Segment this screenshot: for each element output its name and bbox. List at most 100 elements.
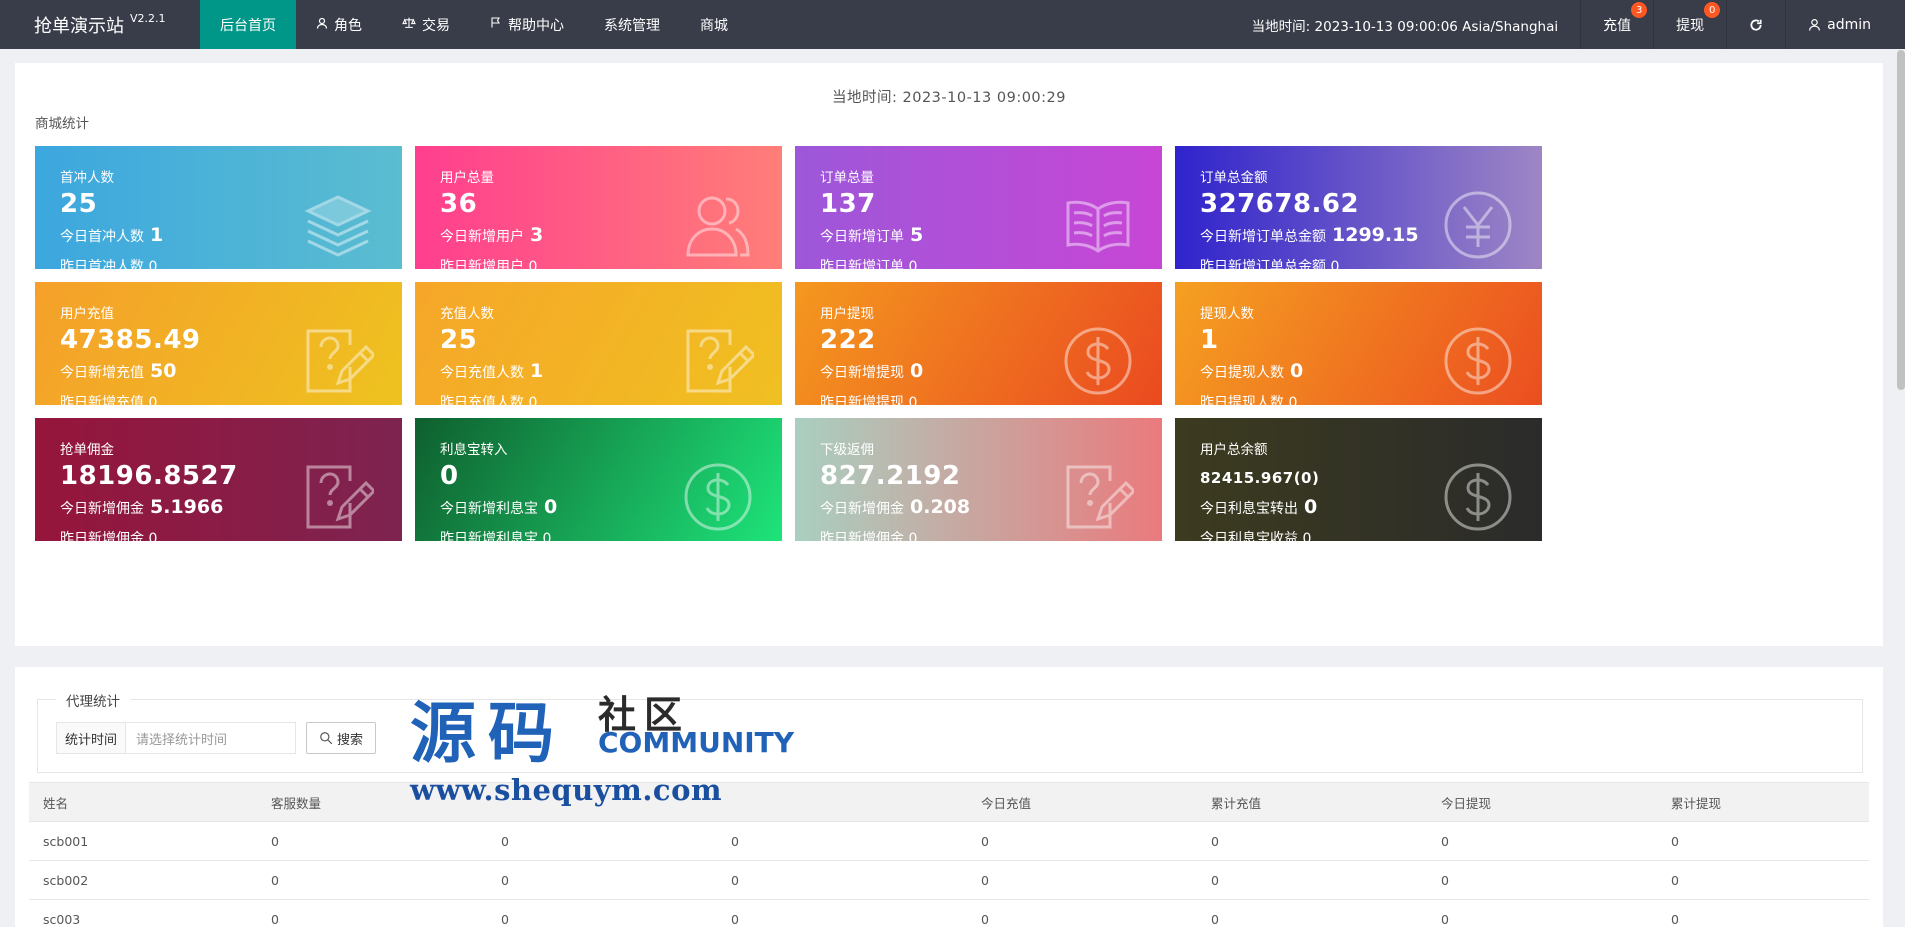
stat-card: 充值人数 25 今日充值人数 1 昨日充值人数 0	[415, 282, 782, 405]
card-value: 25	[440, 325, 478, 355]
card-today: 今日充值人数 1	[440, 360, 543, 382]
column-header[interactable]	[717, 782, 967, 822]
table-cell: 0	[717, 821, 967, 861]
table-cell: 0	[1197, 860, 1427, 900]
card-today-value: 0.208	[910, 496, 971, 518]
table-cell: 0	[1427, 821, 1657, 861]
card-title: 订单总量	[820, 170, 874, 186]
card-yesterday: 昨日新增订单 0	[820, 259, 918, 269]
card-yesterday: 昨日提现人数 0	[1200, 395, 1298, 405]
card-yesterday: 昨日首冲人数 0	[60, 259, 158, 269]
table-row[interactable]: scb001 0 0 0 0 0 0 0	[29, 821, 1869, 861]
column-header[interactable]: 客服数量	[257, 782, 487, 822]
recharge-button[interactable]: 充值 3	[1580, 0, 1653, 49]
card-today-value: 0	[910, 360, 924, 382]
column-header[interactable]: 姓名	[29, 782, 257, 822]
nav-item-2[interactable]: 交易	[382, 0, 470, 49]
nav-item-4[interactable]: 系统管理	[584, 0, 680, 49]
card-today-label: 今日新增订单	[820, 229, 904, 245]
table-cell: scb001	[29, 821, 257, 861]
header-time: 当地时间: 2023-10-13 09:00:06 Asia/Shanghai	[1251, 18, 1559, 35]
card-today-value: 5	[910, 224, 924, 246]
column-header[interactable]: 累计提现	[1657, 782, 1869, 822]
stat-card: 下级返佣 827.2192 今日新增佣金 0.208 昨日新增佣金 0	[795, 418, 1162, 541]
card-today-label: 今日充值人数	[440, 365, 524, 381]
nav-item-3[interactable]: 帮助中心	[470, 0, 584, 49]
search-button[interactable]: 搜索	[306, 722, 377, 754]
card-value: 1	[1200, 325, 1219, 355]
nav-item-label: 后台首页	[220, 17, 276, 34]
card-today-value: 1	[530, 360, 544, 382]
card-title: 充值人数	[440, 306, 494, 322]
card-yesterday: 今日利息宝收益 0	[1200, 531, 1312, 541]
search-row: 统计时间 请选择统计时间 搜索	[56, 722, 377, 754]
card-value: 82415.967(0)	[1200, 469, 1320, 487]
card-today: 今日提现人数 0	[1200, 360, 1303, 382]
card-today-label: 今日新增利息宝	[440, 501, 538, 517]
stat-card: 订单总量 137 今日新增订单 5 昨日新增订单 0	[795, 146, 1162, 269]
app-brand[interactable]: 抢单演示站 V2.2.1	[0, 0, 200, 49]
card-yesterday: 昨日新增用户 0	[440, 259, 538, 269]
column-header[interactable]: 今日充值	[967, 782, 1197, 822]
layers-icon	[302, 189, 374, 261]
agent-panel: 代理统计 统计时间 请选择统计时间 搜索 姓名 客服数量 今日充值 累计充值 今日提现累…	[15, 667, 1883, 927]
stat-card: 订单总金额 327678.62 今日新增订单总金额 1299.15 昨日新增订单总金额 …	[1175, 146, 1542, 269]
user-menu[interactable]: admin	[1785, 0, 1905, 49]
search-date-input[interactable]: 请选择统计时间	[126, 722, 297, 754]
scale-icon	[402, 16, 416, 33]
card-today: 今日首冲人数 1	[60, 224, 163, 246]
table-cell: 0	[967, 821, 1197, 861]
search-icon	[320, 732, 333, 745]
card-today-label: 今日首冲人数	[60, 229, 144, 245]
card-today-label: 今日新增佣金	[820, 501, 904, 517]
card-today: 今日利息宝转出 0	[1200, 496, 1317, 518]
nav-item-5[interactable]: 商城	[680, 0, 748, 49]
nav-item-0[interactable]: 后台首页	[200, 0, 296, 49]
card-value: 25	[60, 189, 98, 219]
header-right: 当地时间: 2023-10-13 09:00:06 Asia/Shanghai …	[1230, 0, 1905, 49]
withdraw-label: 提现	[1676, 17, 1705, 34]
refresh-button[interactable]	[1726, 0, 1785, 49]
card-yesterday: 昨日新增利息宝 0	[440, 531, 552, 541]
edit-question-icon	[302, 325, 377, 397]
column-header[interactable]	[487, 782, 717, 822]
withdraw-button[interactable]: 提现 0	[1653, 0, 1726, 49]
card-value: 18196.8527	[60, 461, 238, 491]
nav-item-1[interactable]: 角色	[296, 0, 382, 49]
table-body: scb001 0 0 0 0 0 0 0 scb002 0 0 0 0 0 0 0 sc003 0 0 0 0 0 0 0	[29, 821, 1869, 927]
stat-card: 抢单佣金 18196.8527 今日新增佣金 5.1966 昨日新增佣金 0	[35, 418, 402, 541]
card-today-label: 今日新增充值	[60, 365, 144, 381]
card-today-label: 今日利息宝转出	[1200, 501, 1298, 517]
card-today: 今日新增提现 0	[820, 360, 923, 382]
card-yesterday: 昨日新增佣金 0	[820, 531, 918, 541]
stats-panel: 当地时间: 2023-10-13 09:00:29 商城统计 首冲人数 25 今日首…	[15, 63, 1883, 646]
app-version: V2.2.1	[130, 12, 166, 25]
table-row[interactable]: sc003 0 0 0 0 0 0 0	[29, 899, 1869, 927]
card-title: 订单总金额	[1200, 170, 1268, 186]
card-today-value: 0	[1304, 496, 1318, 518]
table-cell: 0	[1197, 821, 1427, 861]
card-value: 0	[440, 461, 459, 491]
edit-question-icon	[302, 461, 377, 533]
top-navbar: 抢单演示站 V2.2.1 后台首页 角色 交易 帮助中心 系统管理 商城 当地时间: 20…	[0, 0, 1905, 49]
stat-card: 提现人数 1 今日提现人数 0 昨日提现人数 0	[1175, 282, 1542, 405]
card-yesterday: 昨日充值人数 0	[440, 395, 538, 405]
column-header[interactable]: 今日提现	[1427, 782, 1657, 822]
card-title: 下级返佣	[820, 442, 874, 458]
edit-question-icon	[1062, 461, 1137, 533]
column-header[interactable]: 累计充值	[1197, 782, 1427, 822]
yen-icon	[1442, 189, 1514, 261]
table-cell: 0	[1657, 821, 1869, 861]
table-cell: 0	[967, 899, 1197, 927]
table-cell: 0	[967, 860, 1197, 900]
user-icon	[1809, 19, 1821, 31]
dollar-icon	[1062, 325, 1134, 397]
table-row[interactable]: scb002 0 0 0 0 0 0 0	[29, 860, 1869, 900]
dollar-icon	[682, 461, 754, 533]
users-icon	[682, 189, 754, 261]
page-scrollbar[interactable]	[1897, 50, 1905, 390]
card-value: 47385.49	[60, 325, 201, 355]
card-today: 今日新增佣金 0.208	[820, 496, 970, 518]
card-value: 36	[440, 189, 478, 219]
main-nav: 后台首页 角色 交易 帮助中心 系统管理 商城	[200, 0, 748, 49]
